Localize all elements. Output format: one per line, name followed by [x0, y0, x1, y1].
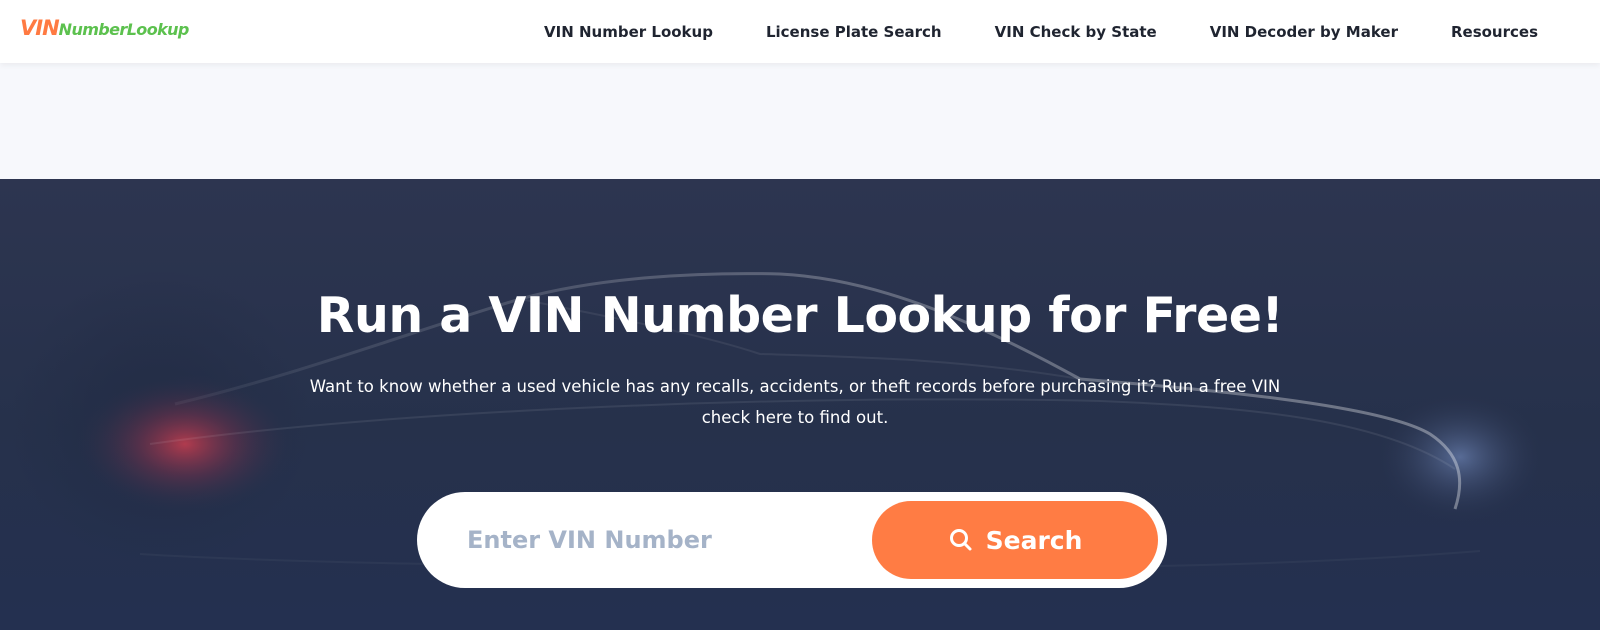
nav-vin-number-lookup[interactable]: VIN Number Lookup — [544, 23, 713, 41]
search-button-label: Search — [985, 525, 1083, 555]
hero-section: Run a VIN Number Lookup for Free! Want t… — [0, 179, 1600, 630]
main-nav: VIN Number Lookup License Plate Search V… — [544, 0, 1538, 63]
nav-resources[interactable]: Resources — [1451, 23, 1538, 41]
nav-vin-check-by-state[interactable]: VIN Check by State — [995, 23, 1157, 41]
logo-brand-text: NumberLookup — [58, 20, 190, 39]
vin-number-input[interactable] — [467, 515, 827, 565]
hero-subtitle: Want to know whether a used vehicle has … — [309, 377, 1281, 427]
header-spacer — [0, 63, 1600, 179]
nav-vin-decoder-by-maker[interactable]: VIN Decoder by Maker — [1210, 23, 1398, 41]
search-button[interactable]: Search — [872, 501, 1158, 579]
site-logo[interactable]: VIN NumberLookup — [20, 16, 189, 40]
logo-vin-text: VIN — [20, 16, 60, 40]
search-icon — [949, 529, 972, 551]
hero-title: Run a VIN Number Lookup for Free! — [316, 287, 1284, 344]
nav-license-plate-search[interactable]: License Plate Search — [766, 23, 942, 41]
vin-search-form: Search — [417, 492, 1167, 588]
top-navbar: VIN NumberLookup VIN Number Lookup Licen… — [0, 0, 1600, 63]
